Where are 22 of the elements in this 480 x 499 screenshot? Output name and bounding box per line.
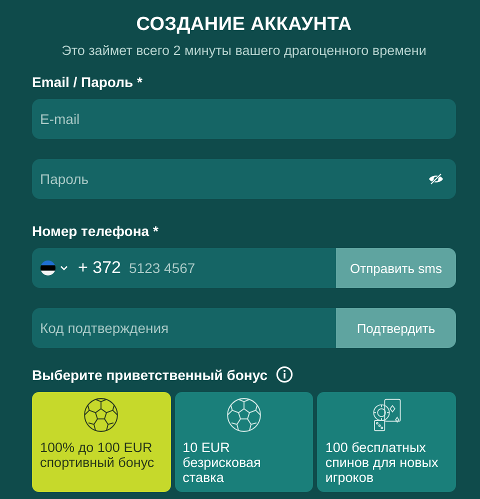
bonus-option[interactable]: 100 бесплатных спинов для новых игроков bbox=[317, 392, 456, 492]
phone-field[interactable]: + 372 5123 4567 bbox=[32, 248, 336, 288]
confirm-button[interactable]: Подтвердить bbox=[336, 308, 456, 348]
email-field[interactable]: E-mail bbox=[32, 99, 456, 139]
soccer-ball-icon bbox=[83, 397, 120, 433]
bonus-option[interactable]: 100% до 100 EUR спортивный бонус bbox=[32, 392, 171, 492]
country-code: + 372 bbox=[78, 258, 122, 278]
eye-slash-icon[interactable] bbox=[428, 173, 444, 185]
send-sms-button[interactable]: Отправить sms bbox=[336, 248, 456, 288]
bonus-option[interactable]: 10 EUR безрисковая ставка bbox=[174, 392, 314, 492]
field-label: Номер телефона * bbox=[32, 223, 158, 239]
flag-icon[interactable] bbox=[40, 260, 56, 276]
info-icon[interactable] bbox=[276, 366, 293, 383]
password-field[interactable]: Пароль bbox=[32, 159, 456, 199]
field-label: Email / Пароль * bbox=[32, 74, 142, 90]
form-subtitle: Это займет всего 2 минуты вашего драгоценного времени bbox=[62, 43, 426, 58]
chevron-down-icon[interactable] bbox=[60, 265, 68, 271]
phone-number-input[interactable]: 5123 4567 bbox=[121, 260, 336, 276]
code-field[interactable]: Код подтверждения bbox=[32, 308, 336, 348]
field-label: Выберите приветственный бонус bbox=[32, 366, 268, 382]
form-title: СОЗДАНИЕ АККАУНТА bbox=[136, 14, 352, 36]
soccer-ball-icon bbox=[226, 397, 262, 433]
